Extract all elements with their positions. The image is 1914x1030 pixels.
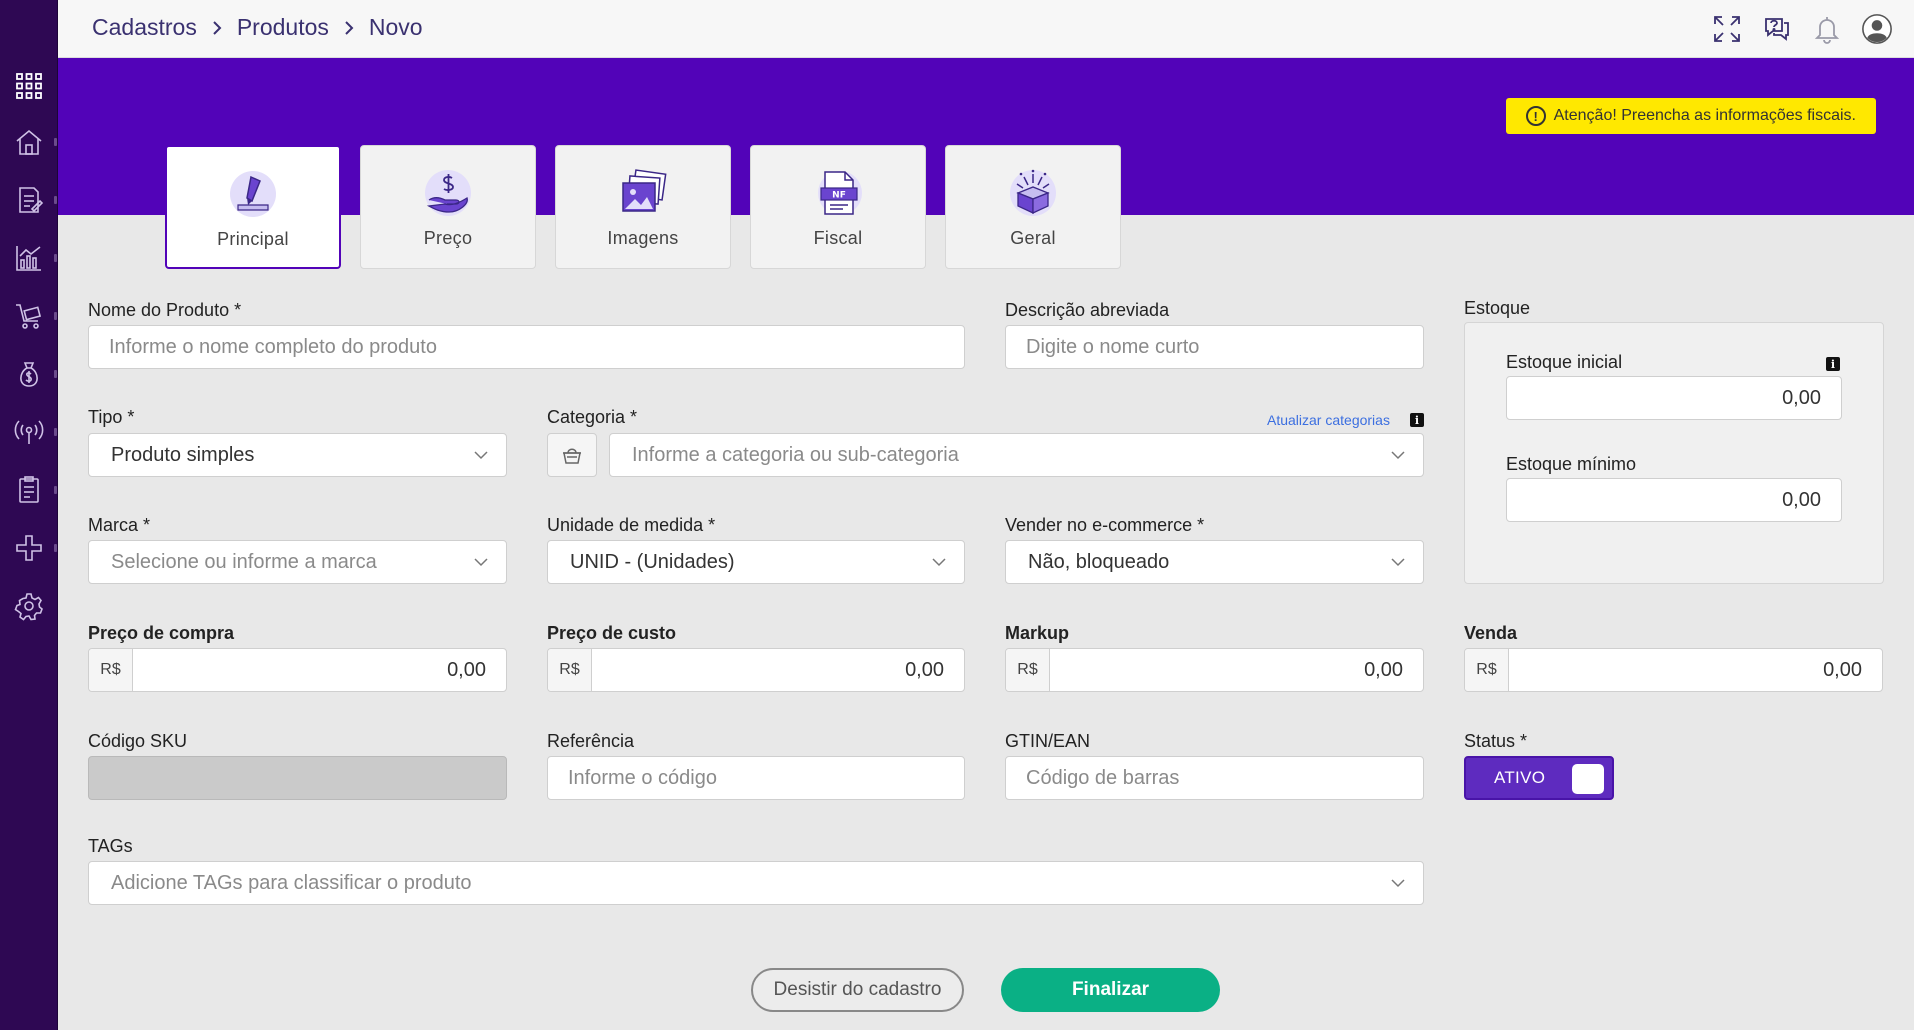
descricao-label: Descrição abreviada (1005, 300, 1170, 320)
estoque-minimo-field[interactable]: 0,00 (1506, 478, 1842, 522)
info-icon[interactable]: i (1410, 413, 1424, 427)
chevron-down-icon (1387, 444, 1409, 466)
estoque-minimo-label: Estoque mínimo (1506, 454, 1637, 474)
sidebar (0, 0, 58, 1030)
box-sparkle-icon (1010, 169, 1056, 216)
referencia-label: Referência (547, 731, 635, 751)
notification-bell-icon[interactable] (1810, 12, 1844, 46)
descricao-input[interactable] (1006, 326, 1423, 368)
breadcrumb-cadastros[interactable]: Cadastros (92, 14, 197, 41)
chevron-down-icon (470, 551, 492, 573)
estoque-inicial-label: Estoque inicial (1506, 352, 1623, 372)
fullscreen-icon[interactable] (1710, 12, 1744, 46)
gtin-input[interactable] (1006, 757, 1423, 799)
unidade-label: Unidade de medida * (547, 515, 716, 535)
tab-principal[interactable]: Principal (165, 145, 341, 269)
cart-icon[interactable] (9, 296, 49, 336)
dollar-hand-icon (425, 170, 471, 216)
sku-field (88, 756, 507, 800)
warning-icon: ! (1525, 106, 1546, 126)
markup-label: Markup (1005, 623, 1070, 643)
sku-label: Código SKU (88, 731, 188, 751)
top-bar: Cadastros Produtos Novo (58, 0, 1914, 58)
info-icon[interactable]: i (1826, 357, 1840, 371)
status-toggle[interactable]: ATIVO (1464, 756, 1614, 800)
marca-select[interactable]: Selecione ou informe a marca (88, 540, 507, 584)
integrations-icon[interactable] (9, 528, 49, 568)
breadcrumb: Cadastros Produtos Novo (92, 14, 423, 41)
images-icon (622, 169, 667, 212)
tipo-select[interactable]: Produto simples (88, 433, 507, 477)
chevron-right-icon (210, 20, 224, 35)
home-icon[interactable] (9, 122, 49, 162)
preco-compra-field[interactable]: R$ 0,00 (88, 648, 507, 692)
pencil-icon (230, 171, 276, 217)
ecommerce-label: Vender no e-commerce * (1005, 515, 1205, 535)
clipboard-icon[interactable] (9, 470, 49, 510)
unidade-select[interactable]: UNID - (Unidades) (547, 540, 965, 584)
referencia-input[interactable] (548, 757, 964, 799)
toggle-knob (1572, 764, 1604, 794)
category-basket-button[interactable] (547, 433, 597, 477)
descricao-field[interactable] (1005, 325, 1424, 369)
fiscal-alert: ! Atenção! Preencha as informações fisca… (1505, 98, 1876, 134)
atualizar-categorias-link[interactable]: Atualizar categorias (1267, 412, 1390, 428)
status-label: Status * (1464, 731, 1528, 751)
tab-fiscal[interactable]: NF Fiscal (750, 145, 926, 269)
tags-select[interactable]: Adicione TAGs para classificar o produto (88, 861, 1424, 905)
preco-custo-field[interactable]: R$ 0,00 (547, 648, 965, 692)
nome-field[interactable] (88, 325, 965, 369)
reports-chart-icon[interactable] (9, 238, 49, 278)
preco-compra-label: Preço de compra (88, 623, 235, 643)
user-avatar[interactable] (1860, 12, 1894, 46)
nome-input[interactable] (89, 326, 964, 368)
chevron-down-icon (1387, 551, 1409, 573)
estoque-inicial-field[interactable]: 0,00 (1506, 376, 1842, 420)
apps-grid-icon[interactable] (9, 66, 49, 106)
documents-icon[interactable] (9, 180, 49, 220)
chevron-down-icon (1387, 872, 1409, 894)
cancel-button[interactable]: Desistir do cadastro (751, 968, 964, 1012)
breadcrumb-produtos[interactable]: Produtos (237, 14, 329, 41)
nome-label: Nome do Produto * (88, 300, 242, 320)
venda-field[interactable]: R$ 0,00 (1464, 648, 1883, 692)
tab-geral[interactable]: Geral (945, 145, 1121, 269)
invoice-nf-icon: NF (818, 171, 862, 215)
marca-label: Marca * (88, 515, 151, 535)
categoria-label: Categoria * (547, 407, 638, 427)
ecommerce-select[interactable]: Não, bloqueado (1005, 540, 1424, 584)
preco-custo-label: Preço de custo (547, 623, 677, 643)
gtin-label: GTIN/EAN (1005, 731, 1091, 751)
tags-label: TAGs (88, 836, 133, 856)
markup-field[interactable]: R$ 0,00 (1005, 648, 1424, 692)
settings-gear-icon[interactable] (9, 586, 49, 626)
venda-label: Venda (1464, 623, 1518, 643)
basket-icon (563, 448, 581, 464)
chevron-right-icon (342, 20, 356, 35)
estoque-title: Estoque (1464, 298, 1531, 318)
help-chat-icon[interactable] (1760, 12, 1794, 46)
chevron-down-icon (928, 551, 950, 573)
tab-preco[interactable]: Preço (360, 145, 536, 269)
tipo-label: Tipo * (88, 407, 135, 427)
breadcrumb-novo: Novo (368, 14, 423, 40)
referencia-field[interactable] (547, 756, 965, 800)
svg-text:NF: NF (832, 191, 846, 201)
gtin-field[interactable] (1005, 756, 1424, 800)
broadcast-icon[interactable] (9, 412, 49, 452)
chevron-down-icon (470, 444, 492, 466)
money-bag-icon[interactable] (9, 354, 49, 394)
categoria-select[interactable]: Informe a categoria ou sub-categoria (609, 433, 1424, 477)
finish-button[interactable]: Finalizar (1001, 968, 1220, 1012)
tab-imagens[interactable]: Imagens (555, 145, 731, 269)
